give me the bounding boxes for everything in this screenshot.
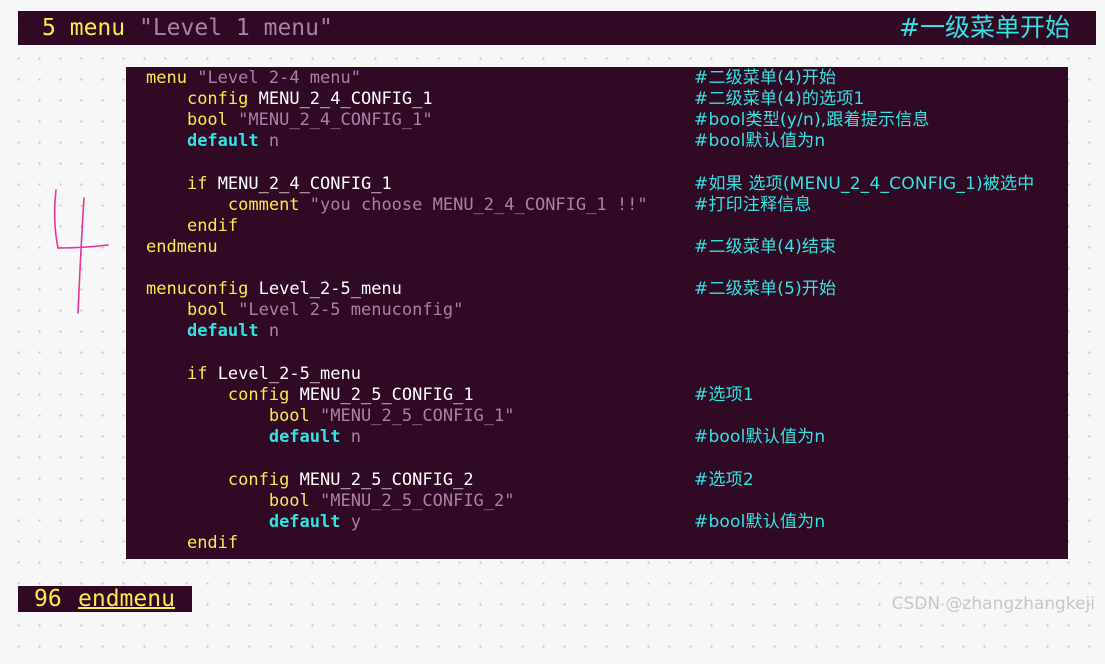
code-line: bool "MENU_2_5_CONFIG_2"	[146, 491, 515, 512]
code-comment: #选项1	[694, 385, 754, 405]
code-comment: #bool类型(y/n),跟着提示信息	[694, 110, 930, 130]
string: "Level 2-4 menu"	[197, 68, 361, 88]
code-line: menu "Level 2-4 menu"	[146, 68, 361, 89]
code-line: config MENU_2_4_CONFIG_1	[146, 89, 433, 110]
handwritten-four-annotation: 4	[53, 189, 109, 314]
top-comment: #一级菜单开始	[899, 13, 1070, 42]
code-line: default n	[146, 131, 279, 152]
keyword: config	[227, 385, 290, 405]
string: "MENU_2_5_CONFIG_1"	[320, 406, 515, 426]
code-line: config MENU_2_5_CONFIG_1	[146, 385, 474, 406]
code-line: if MENU_2_4_CONFIG_1	[146, 174, 392, 195]
string: "MENU_2_5_CONFIG_2"	[320, 491, 515, 511]
code-line: bool "MENU_2_5_CONFIG_1"	[146, 406, 515, 427]
code-line: endif	[146, 533, 238, 554]
code-line: config MENU_2_5_CONFIG_2	[146, 470, 474, 491]
code-comment: #打印注释信息	[694, 195, 812, 215]
keyword: comment	[227, 195, 300, 215]
code-line: comment "you choose MENU_2_4_CONFIG_1 !!…	[146, 195, 648, 216]
keyword: bool	[186, 300, 228, 320]
value: n	[350, 427, 361, 447]
code-comment: #bool默认值为n	[694, 427, 826, 447]
code-line: menuconfig Level_2-5_menu	[146, 279, 402, 300]
top-code-bar: 5 menu "Level 1 menu" #一级菜单开始	[18, 11, 1096, 45]
code-comment: #bool默认值为n	[694, 512, 826, 532]
keyword: config	[227, 470, 290, 490]
keyword: bool	[268, 491, 310, 511]
code-comment: #二级菜单(4)的选项1	[694, 89, 865, 109]
code-line: default y	[146, 512, 361, 533]
keyword: config	[186, 89, 249, 109]
endmenu-keyword: endmenu	[78, 586, 175, 612]
line-number: 5	[42, 15, 56, 41]
menu-keyword: menu	[69, 15, 126, 41]
keyword: endif	[186, 533, 239, 553]
keyword: bool	[186, 110, 228, 130]
value: y	[350, 512, 361, 532]
keyword: default	[186, 131, 259, 151]
string: "you choose MENU_2_4_CONFIG_1 !!"	[309, 195, 648, 215]
code-comment: #二级菜单(5)开始	[694, 279, 837, 299]
keyword: endif	[186, 216, 239, 236]
keyword: default	[268, 427, 341, 447]
code-comment: #如果 选项(MENU_2_4_CONFIG_1)被选中	[694, 174, 1035, 194]
value: n	[268, 321, 280, 341]
identifier: Level_2-5_menu	[217, 364, 361, 384]
code-line: endif	[146, 216, 238, 237]
identifier: MENU_2_5_CONFIG_1	[299, 385, 474, 405]
code-block: menu "Level 2-4 menu" #二级菜单(4)开始 config …	[126, 67, 1068, 559]
code-line: endmenu	[146, 237, 218, 258]
top-code-line: 5 menu "Level 1 menu"	[42, 11, 333, 45]
bottom-code-bar: 96 endmenu	[18, 586, 192, 612]
identifier: MENU_2_5_CONFIG_2	[299, 470, 474, 490]
string: "Level 2-5 menuconfig"	[238, 300, 464, 320]
keyword: menu	[146, 68, 187, 88]
watermark: CSDN @zhangzhangkeji	[891, 594, 1095, 614]
code-line: bool "Level 2-5 menuconfig"	[146, 300, 463, 321]
keyword: default	[268, 512, 341, 532]
identifier: MENU_2_4_CONFIG_1	[258, 89, 433, 109]
code-comment: #二级菜单(4)结束	[694, 237, 837, 257]
identifier: Level_2-5_menu	[258, 279, 402, 299]
keyword: default	[186, 321, 259, 341]
code-line: default n	[146, 321, 279, 342]
code-line: bool "MENU_2_4_CONFIG_1"	[146, 110, 433, 131]
keyword: if	[186, 364, 208, 384]
keyword: menuconfig	[146, 279, 249, 299]
code-line: default n	[146, 427, 361, 448]
menu-title-string: "Level 1 menu"	[138, 15, 333, 41]
line-number: 96	[34, 586, 62, 612]
keyword: if	[186, 174, 208, 194]
code-line: if Level_2-5_menu	[146, 364, 361, 385]
value: n	[268, 131, 280, 151]
string: "MENU_2_4_CONFIG_1"	[238, 110, 433, 130]
identifier: MENU_2_4_CONFIG_1	[217, 174, 392, 194]
keyword: bool	[268, 406, 310, 426]
code-comment: #二级菜单(4)开始	[694, 68, 837, 88]
code-comment: #bool默认值为n	[694, 131, 826, 151]
code-comment: #选项2	[694, 470, 754, 490]
keyword: endmenu	[146, 237, 218, 257]
